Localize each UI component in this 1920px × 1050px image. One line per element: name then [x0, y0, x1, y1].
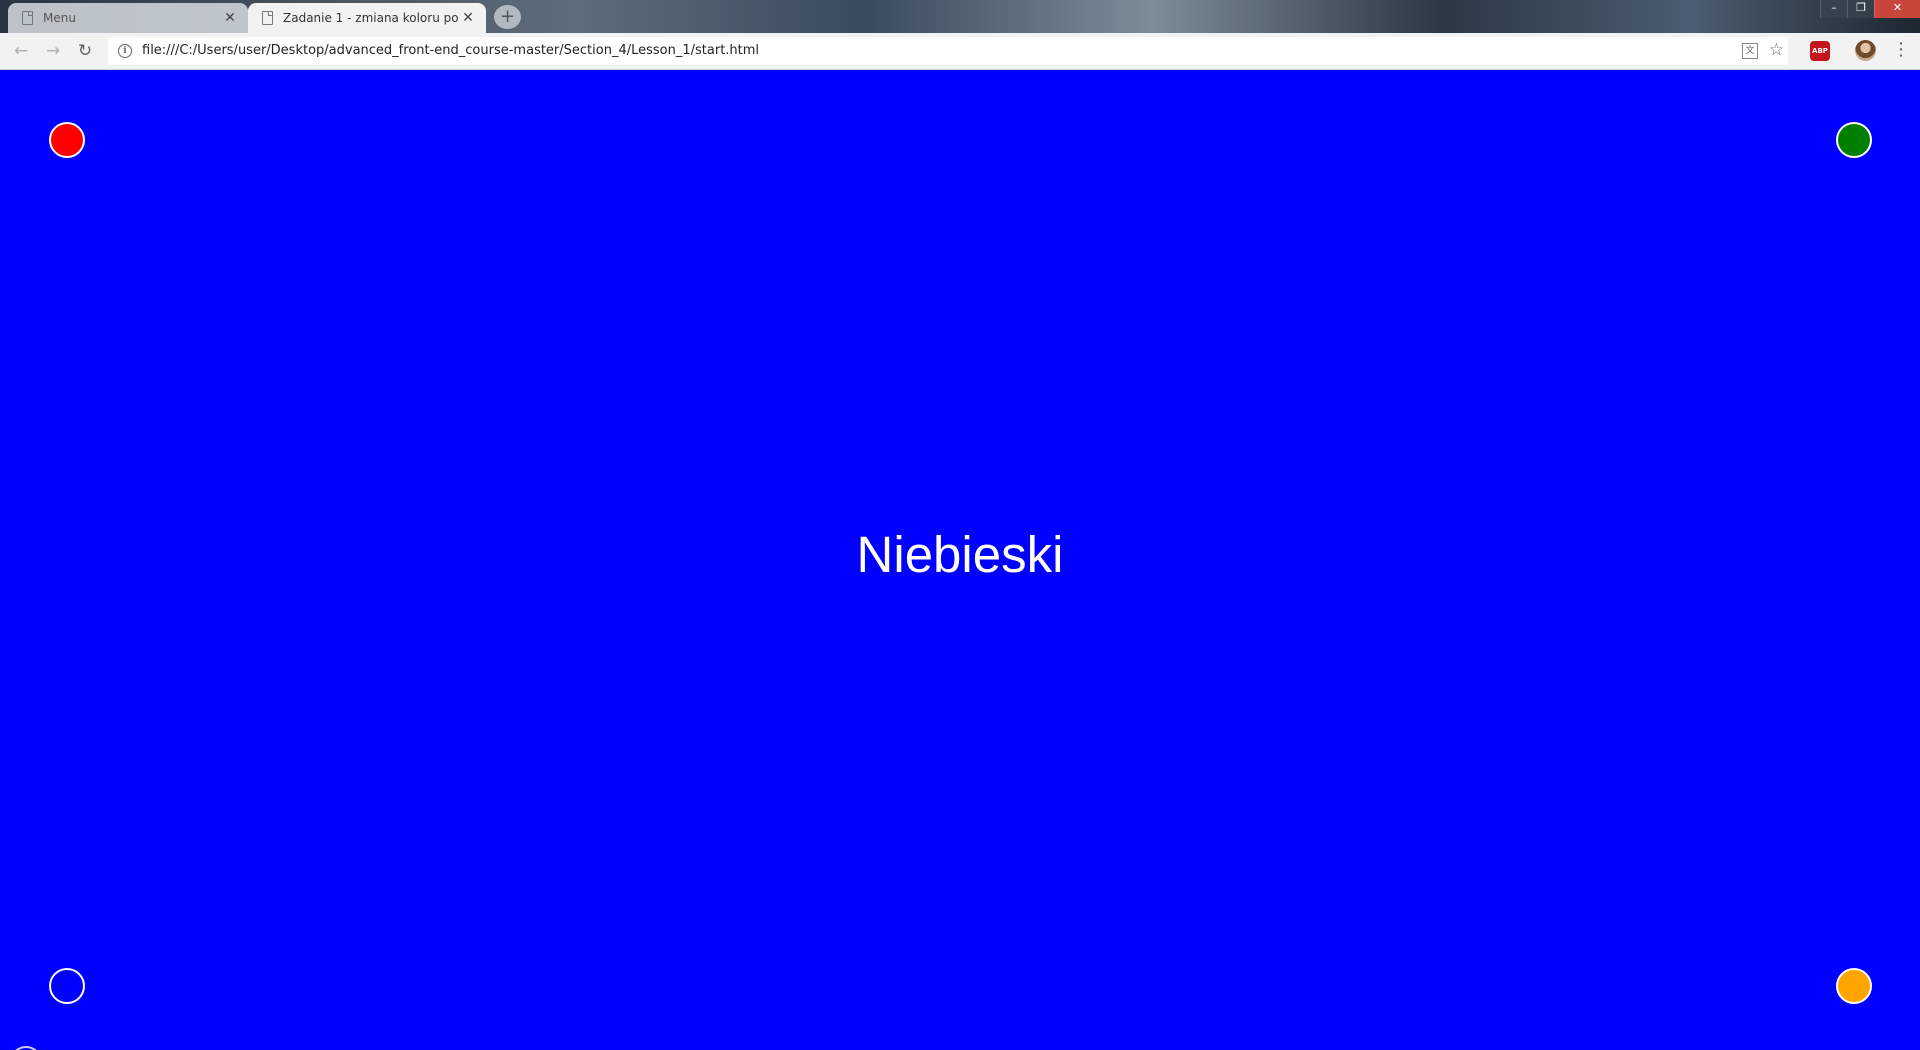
- tab-menu[interactable]: Menu ✕: [8, 3, 248, 33]
- info-icon[interactable]: i: [118, 44, 132, 58]
- url-text[interactable]: file:///C:/Users/user/Desktop/advanced_f…: [142, 43, 759, 58]
- close-window-button[interactable]: ✕: [1874, 0, 1920, 18]
- browser-menu-icon[interactable]: ⋮: [1892, 39, 1910, 61]
- page-icon: [262, 11, 273, 25]
- green-color-button[interactable]: [1836, 122, 1872, 158]
- minimize-button[interactable]: –: [1820, 0, 1847, 18]
- adblock-icon[interactable]: ABP: [1810, 41, 1830, 61]
- tab-title: Menu: [43, 11, 76, 25]
- blue-color-button[interactable]: [49, 968, 85, 1004]
- partial-circle: [10, 1046, 42, 1050]
- bookmark-star-icon[interactable]: ☆: [1769, 40, 1784, 60]
- color-name-label: Niebieski: [856, 526, 1064, 583]
- tab-close-icon[interactable]: ✕: [220, 10, 240, 26]
- tab-strip: Menu ✕ Zadanie 1 - zmiana koloru po naj …: [0, 0, 1920, 33]
- translate-icon[interactable]: 文: [1742, 43, 1758, 59]
- browser-window: Menu ✕ Zadanie 1 - zmiana koloru po naj …: [0, 0, 1920, 1050]
- address-bar[interactable]: i file:///C:/Users/user/Desktop/advanced…: [108, 37, 1788, 65]
- orange-color-button[interactable]: [1836, 968, 1872, 1004]
- new-tab-button[interactable]: +: [494, 5, 521, 29]
- reload-button[interactable]: ↻: [74, 40, 96, 62]
- maximize-button[interactable]: ❐: [1847, 0, 1874, 18]
- page-viewport: Niebieski: [0, 70, 1920, 1050]
- back-button[interactable]: ←: [10, 40, 32, 62]
- browser-toolbar: ← → ↻ i file:///C:/Users/user/Desktop/ad…: [0, 33, 1920, 70]
- profile-avatar[interactable]: [1855, 40, 1876, 61]
- page-icon: [22, 11, 33, 25]
- tab-close-icon[interactable]: ✕: [458, 10, 478, 26]
- window-controls: – ❐ ✕: [1820, 0, 1920, 18]
- tab-title: Zadanie 1 - zmiana koloru po naj: [283, 11, 458, 25]
- red-color-button[interactable]: [49, 122, 85, 158]
- tab-zadanie[interactable]: Zadanie 1 - zmiana koloru po naj ✕: [248, 3, 486, 33]
- forward-button[interactable]: →: [42, 40, 64, 62]
